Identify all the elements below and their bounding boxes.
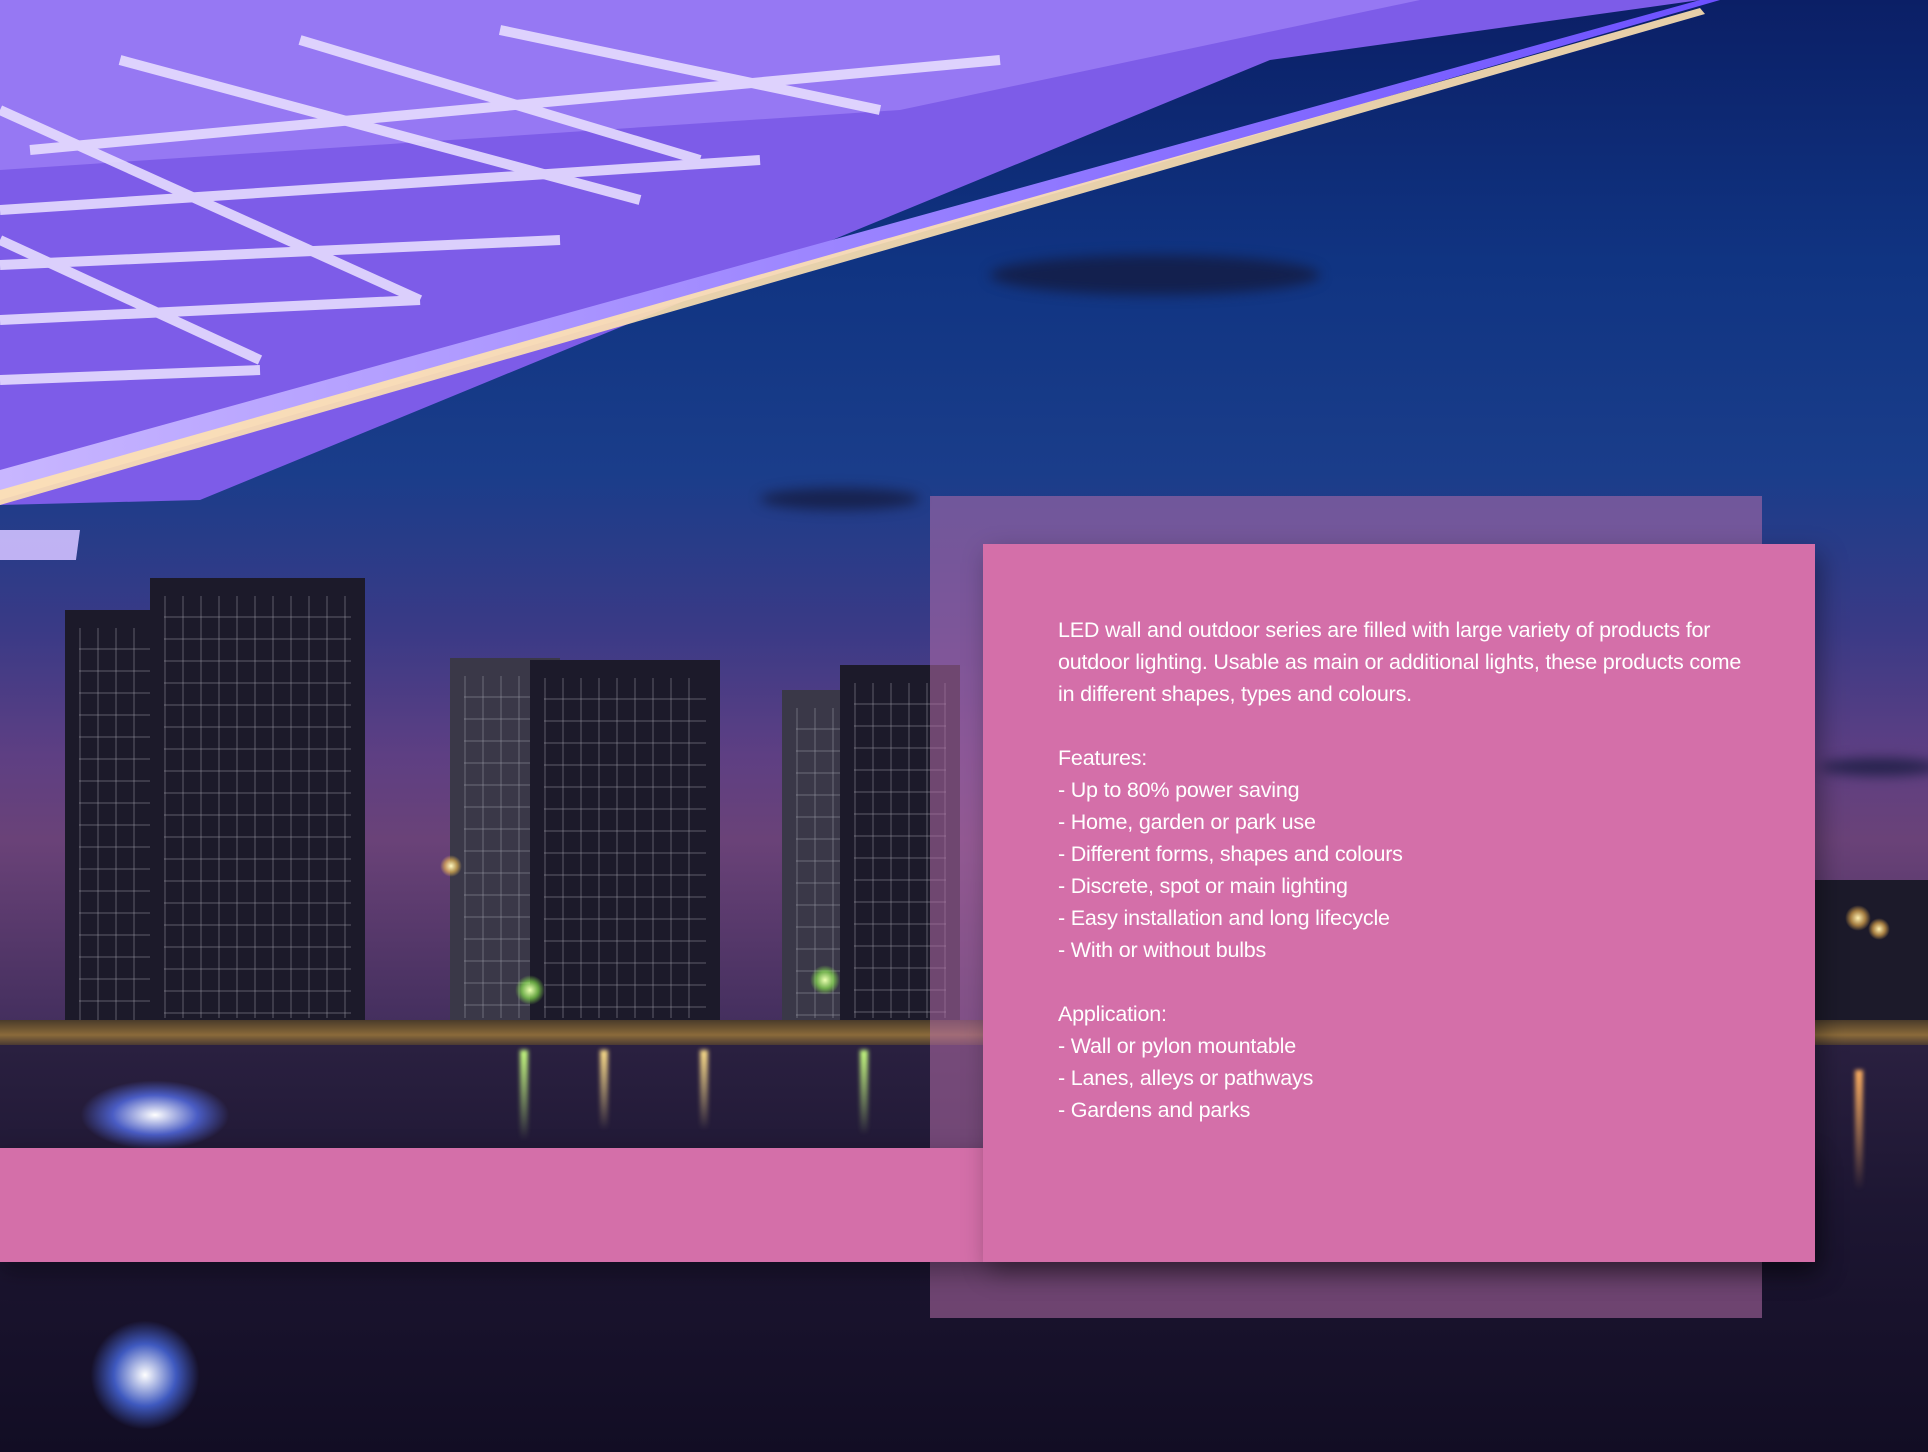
illuminated-bridge	[0, 0, 1720, 560]
list-item: - Gardens and parks	[1058, 1098, 1251, 1122]
street-light	[1868, 918, 1890, 940]
cloud	[1820, 758, 1928, 776]
info-panel-text: LED wall and outdoor series are filled w…	[1058, 614, 1758, 1126]
light-reflection	[700, 1050, 708, 1130]
blue-light-reflection	[90, 1320, 200, 1430]
building	[530, 660, 720, 1028]
street-light	[440, 855, 462, 877]
features-heading: Features:	[1058, 746, 1148, 770]
light-reflection	[1855, 1070, 1863, 1190]
list-item: - Lanes, alleys or pathways	[1058, 1066, 1314, 1090]
list-item: - Up to 80% power saving	[1058, 778, 1300, 802]
blue-light-glow	[80, 1080, 230, 1150]
list-item: - Different forms, shapes and colours	[1058, 842, 1403, 866]
list-item: - Discrete, spot or main lighting	[1058, 874, 1348, 898]
street-light	[515, 975, 545, 1005]
list-item: - Wall or pylon mountable	[1058, 1034, 1296, 1058]
light-reflection	[520, 1050, 528, 1140]
applications-list: - Wall or pylon mountable - Lanes, alley…	[1058, 1030, 1758, 1126]
building	[150, 578, 365, 1028]
application-heading: Application:	[1058, 1002, 1167, 1026]
info-panel: LED wall and outdoor series are filled w…	[983, 544, 1815, 1262]
building	[1800, 880, 1928, 1028]
list-item: - With or without bulbs	[1058, 938, 1267, 962]
list-item: - Easy installation and long lifecycle	[1058, 906, 1390, 930]
light-reflection	[860, 1050, 868, 1135]
list-item: - Home, garden or park use	[1058, 810, 1316, 834]
light-reflection	[600, 1050, 608, 1130]
street-light	[810, 965, 840, 995]
features-list: - Up to 80% power saving - Home, garden …	[1058, 774, 1758, 966]
intro-paragraph: LED wall and outdoor series are filled w…	[1058, 618, 1742, 706]
